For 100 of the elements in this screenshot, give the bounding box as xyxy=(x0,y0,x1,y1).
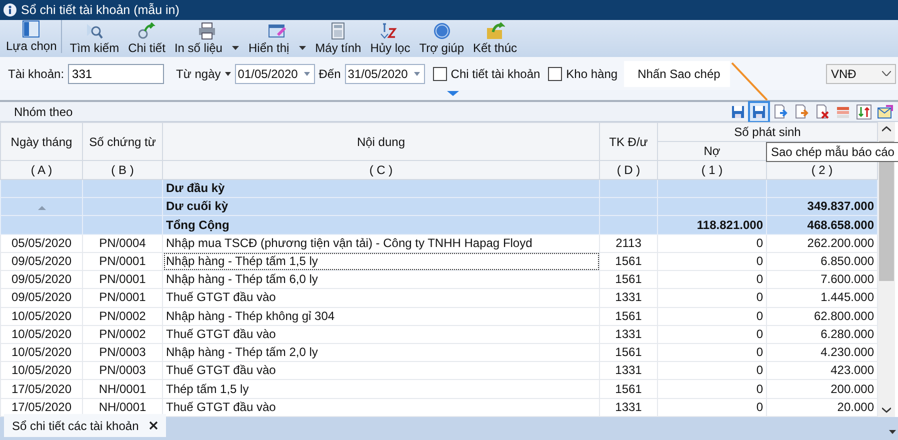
column-header[interactable]: TK Đ/ư xyxy=(600,122,658,160)
column-index: ( A ) xyxy=(0,160,82,180)
column-group-header: Số phát sinh xyxy=(658,122,878,142)
column-header[interactable]: Nợ xyxy=(658,142,766,160)
table-cell: 05/05/2020 xyxy=(0,234,82,252)
table-cell: 1561 xyxy=(600,252,658,271)
scroll-down-icon[interactable] xyxy=(882,407,891,413)
table-cell: Nhập hàng - Thép tấm 2,0 ly xyxy=(162,343,600,362)
date-field[interactable]: 01/05/2020 xyxy=(234,64,315,84)
date-field[interactable]: 31/05/2020 xyxy=(344,64,425,84)
callout-note: Nhấn Sao chép xyxy=(624,60,730,86)
table-cell: 10/05/2020 xyxy=(0,307,82,326)
table-cell: 1561 xyxy=(600,343,658,362)
mail-icon[interactable] xyxy=(876,102,894,120)
table-cell: PN/0001 xyxy=(82,252,162,271)
table-cell: 0 xyxy=(658,325,766,344)
chevron-icon xyxy=(882,71,891,76)
table-cell: 0 xyxy=(658,288,766,308)
column-index: ( B ) xyxy=(82,160,162,180)
table-cell: NH/0001 xyxy=(82,380,162,398)
table-cell: 1561 xyxy=(600,270,658,289)
summary-label: Tổng Cộng xyxy=(162,216,600,234)
toolbar-button[interactable]: In số liệu xyxy=(170,22,244,57)
toolbar-button[interactable]: Máy tính xyxy=(311,22,366,57)
table-cell: 0 xyxy=(658,380,766,398)
toolbar-button[interactable]: Tìm kiếm xyxy=(66,22,124,57)
panel-icon xyxy=(21,20,42,38)
table-cell: PN/0002 xyxy=(82,325,162,344)
toolbar-button[interactable]: Trợ giúp xyxy=(415,22,468,57)
table-cell: 1561 xyxy=(600,307,658,326)
table-cell: PN/0002 xyxy=(82,307,162,326)
table-cell: Nhập mua TSCĐ (phương tiện vận tải) - Công ty TNHH Hapag Floyd xyxy=(162,234,600,252)
table-cell: 1331 xyxy=(600,362,658,380)
table-cell: Thép tấm 1,5 ly xyxy=(162,380,600,398)
toolbar-button[interactable]: Hiển thị xyxy=(244,22,310,57)
toolbar-button[interactable]: Chi tiết xyxy=(124,22,170,57)
field-label: Tài khoản: xyxy=(8,66,64,80)
leader-line xyxy=(730,62,770,102)
column-header[interactable]: Nội dung xyxy=(162,122,600,160)
column-header[interactable]: Số chứng từ xyxy=(82,122,162,160)
table-cell: 349.837.000 xyxy=(807,199,874,214)
table-cell: 6.850.000 xyxy=(766,252,878,271)
tab[interactable]: Sổ chi tiết các tài khoản xyxy=(4,414,166,437)
group-by-label: Nhóm theo xyxy=(14,104,73,118)
caret-icon xyxy=(304,72,310,76)
save-icon[interactable] xyxy=(750,102,768,120)
toolbar-button[interactable]: Hủy lọc xyxy=(366,22,414,57)
table-cell: 1561 xyxy=(600,380,658,398)
account-field[interactable]: 331 xyxy=(68,64,164,84)
field-label: Từ ngày xyxy=(176,66,221,80)
toolbar-button[interactable]: Kết thúc xyxy=(469,22,522,57)
table-cell: Thuế GTGT đầu vào xyxy=(162,362,600,380)
caret-icon xyxy=(232,46,240,50)
table-cell: PN/0001 xyxy=(82,288,162,308)
table-cell: 0 xyxy=(658,234,766,252)
table-cell: 09/05/2020 xyxy=(0,252,82,271)
caret-icon xyxy=(224,72,231,76)
table-cell: 4.230.000 xyxy=(766,343,878,362)
field-label: Đến xyxy=(318,66,341,80)
caret-icon xyxy=(299,46,306,50)
table-cell: 17/05/2020 xyxy=(0,380,82,398)
checkbox[interactable] xyxy=(548,66,562,80)
table-cell: PN/0003 xyxy=(82,362,162,380)
table-cell: PN/0001 xyxy=(82,270,162,289)
currency-dropdown[interactable]: VNĐ xyxy=(826,64,896,84)
arrow-icon xyxy=(136,22,157,40)
table-cell: 10/05/2020 xyxy=(0,362,82,380)
table-cell: 1331 xyxy=(600,325,658,344)
table-cell: Nhập hàng - Thép không gỉ 304 xyxy=(162,307,600,326)
table-cell: 200.000 xyxy=(766,380,878,398)
table-cell: 0 xyxy=(658,362,766,380)
caret-icon xyxy=(414,72,420,76)
table-cell: 1.445.000 xyxy=(766,288,878,308)
updown-icon[interactable] xyxy=(855,102,873,120)
table-cell: 0 xyxy=(658,252,766,271)
table-cell: 0 xyxy=(658,343,766,362)
table-cell: 118.821.000 xyxy=(696,218,763,232)
close-icon[interactable] xyxy=(148,421,158,430)
column-index: ( C ) xyxy=(162,160,600,180)
table-cell: 62.800.000 xyxy=(766,307,878,326)
table-cell: Nhập hàng - Thép tấm 1,5 ly xyxy=(162,252,600,271)
column-header[interactable]: Ngày tháng xyxy=(0,122,82,160)
checkbox-label[interactable]: Chi tiết tài khoản xyxy=(450,66,540,80)
table-cell: 0 xyxy=(658,270,766,289)
table-cell: 09/05/2020 xyxy=(0,270,82,289)
toolbar-button[interactable]: Lựa chọn xyxy=(2,20,62,53)
table-cell: 7.600.000 xyxy=(766,270,878,289)
sort-icon xyxy=(38,206,46,210)
table-cell: Thuế GTGT đầu vào xyxy=(162,288,600,308)
summary-label: Dư cuối kỳ xyxy=(162,198,600,216)
scroll-up-icon[interactable] xyxy=(882,126,891,132)
checkbox[interactable] xyxy=(432,66,447,80)
summary-label: Dư đầu kỳ xyxy=(162,180,600,198)
column-index: ( D ) xyxy=(600,160,658,180)
table-cell: PN/0003 xyxy=(82,343,162,362)
table-cell: 6.280.000 xyxy=(766,325,878,344)
checkbox-label[interactable]: Kho hàng xyxy=(566,66,618,80)
caret-icon[interactable] xyxy=(889,430,896,434)
tooltip: Sao chép mẫu báo cáo xyxy=(766,142,898,162)
window-title: Sổ chi tiết tài khoản (mẫu in) xyxy=(21,3,180,17)
